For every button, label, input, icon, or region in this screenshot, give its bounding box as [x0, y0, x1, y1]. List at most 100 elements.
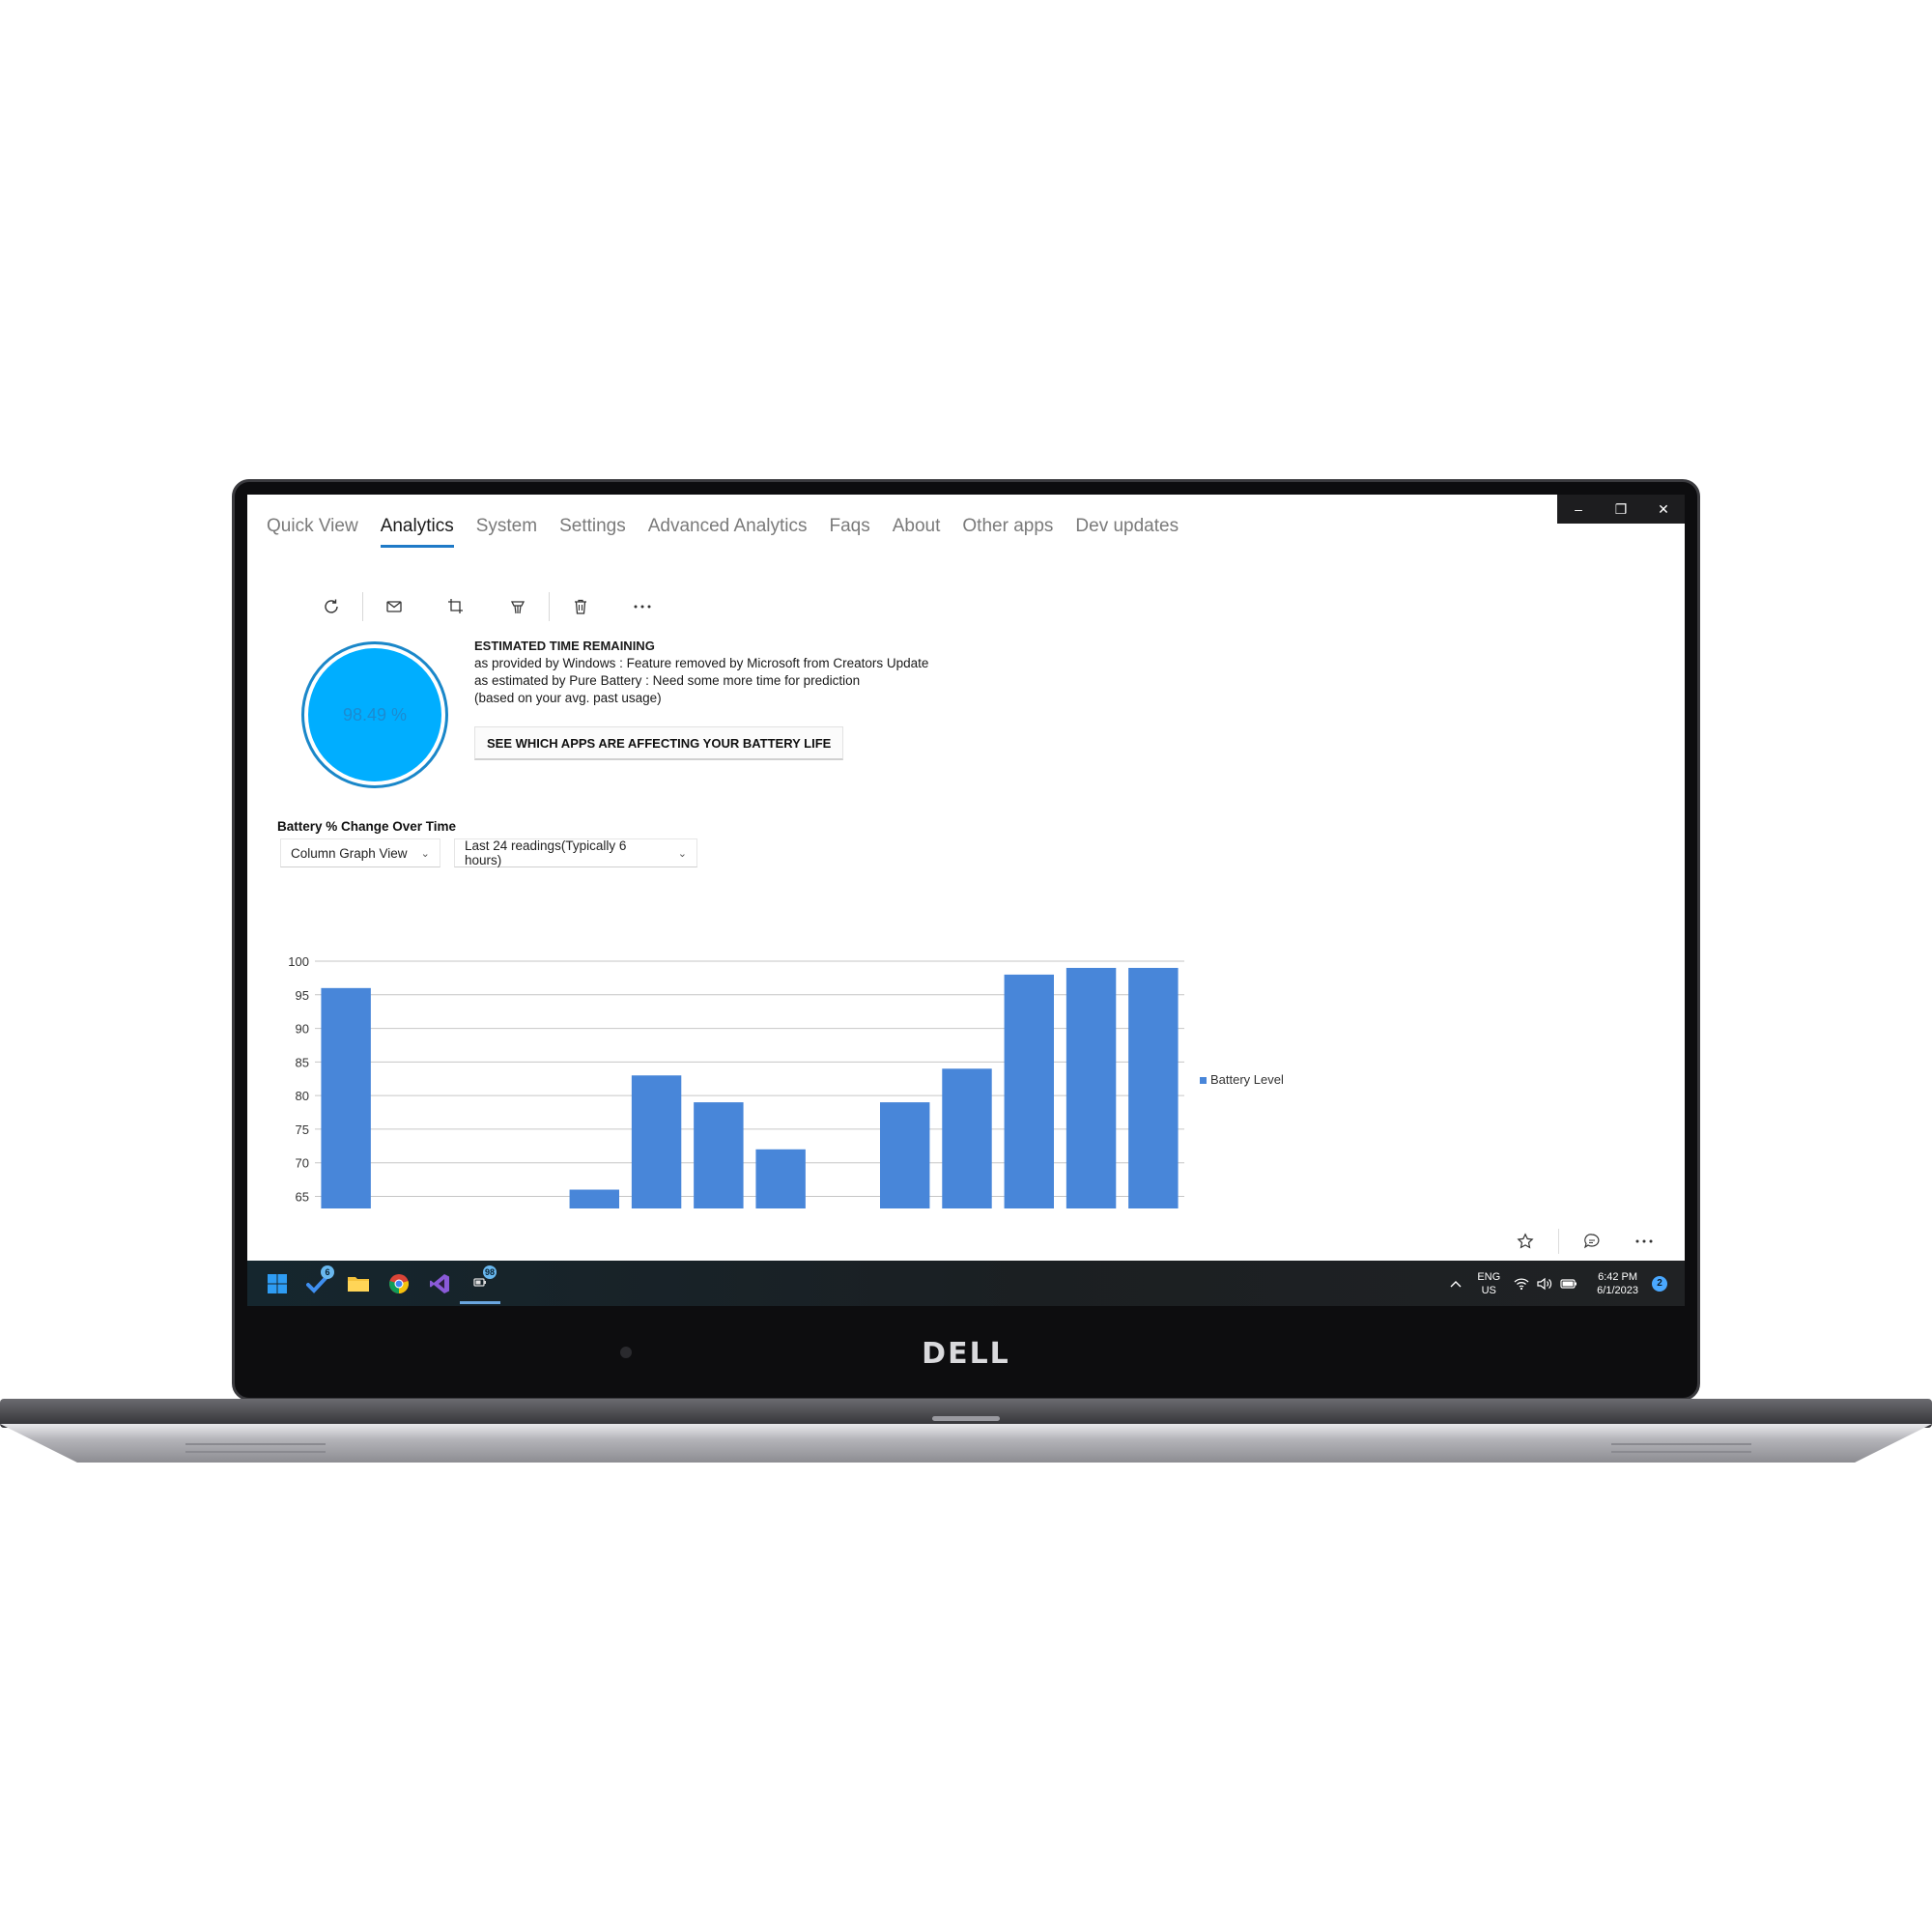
- estimate-panel: ESTIMATED TIME REMAINING as provided by …: [474, 638, 928, 707]
- clean-button[interactable]: [497, 587, 539, 626]
- crop-button[interactable]: [435, 587, 477, 626]
- lid-notch: [932, 1416, 1000, 1421]
- bottom-more-button[interactable]: [1625, 1227, 1663, 1256]
- graph-view-value: Column Graph View: [291, 845, 408, 861]
- estimate-note: (based on your avg. past usage): [474, 691, 662, 705]
- refresh-button[interactable]: [310, 587, 353, 626]
- battery-column-chart: 65 70 75 80 85 90 95 100 Battery Level: [288, 954, 1284, 1208]
- battery-percent-label: 98.49 %: [342, 704, 408, 724]
- tab-settings[interactable]: Settings: [559, 516, 626, 548]
- y-tick-label: 85: [296, 1055, 309, 1069]
- feedback-button[interactable]: [1573, 1227, 1611, 1256]
- estimate-windows: as provided by Windows : Feature removed…: [474, 656, 929, 670]
- refresh-icon: [325, 599, 338, 613]
- system-tray: ENG US 6:42 PM 6/1/2023 2: [1442, 1261, 1667, 1306]
- y-tick-label: 70: [296, 1156, 309, 1171]
- delete-button[interactable]: [559, 587, 602, 626]
- delete-icon: [575, 599, 586, 614]
- favorite-button[interactable]: [1506, 1227, 1545, 1256]
- taskbar-app-explorer[interactable]: [338, 1264, 379, 1304]
- chart-bar: [1004, 974, 1054, 1208]
- y-tick-label: 95: [296, 988, 309, 1003]
- taskbar-app-visual-studio[interactable]: [419, 1264, 460, 1304]
- tab-analytics[interactable]: Analytics: [380, 516, 454, 548]
- bottom-command-bar: [1492, 1227, 1663, 1256]
- y-tick-label: 80: [296, 1089, 309, 1103]
- y-tick-label: 65: [296, 1189, 309, 1204]
- tab-dev-updates[interactable]: Dev updates: [1075, 516, 1179, 548]
- see-affecting-apps-button[interactable]: SEE WHICH APPS ARE AFFECTING YOUR BATTER…: [474, 726, 844, 760]
- tab-about[interactable]: About: [893, 516, 941, 548]
- tab-quick-view[interactable]: Quick View: [267, 516, 358, 548]
- email-button[interactable]: [373, 587, 415, 626]
- chart-bar: [755, 1149, 806, 1208]
- speaker-grille-right: [1611, 1443, 1751, 1453]
- chart-bar: [1065, 967, 1117, 1208]
- laptop-hinge: [0, 1399, 1932, 1428]
- tab-advanced-analytics[interactable]: Advanced Analytics: [648, 516, 808, 548]
- reading-range-value: Last 24 readings(Typically 6 hours): [465, 838, 627, 867]
- dell-logo: DELL: [922, 1337, 1010, 1371]
- language-indicator[interactable]: ENG US: [1477, 1270, 1500, 1297]
- battery-gauge: 98.49 %: [301, 641, 448, 788]
- chart-title: Battery % Change Over Time: [277, 819, 457, 834]
- chart-bar: [694, 1102, 744, 1208]
- taskbar-app-chrome[interactable]: [379, 1264, 419, 1304]
- tab-system[interactable]: System: [476, 516, 537, 548]
- clock-date: 6/1/2023: [1597, 1284, 1638, 1296]
- battery-gauge-fill: 98.49 %: [308, 648, 441, 781]
- notification-badge[interactable]: 2: [1652, 1275, 1667, 1292]
- more-options-button[interactable]: [621, 587, 664, 626]
- more-icon: [1635, 1239, 1653, 1243]
- graph-view-select[interactable]: Column Graph View ⌄: [280, 838, 440, 867]
- main-nav: Quick View Analytics System Settings Adv…: [267, 516, 1179, 548]
- command-toolbar: [300, 587, 673, 626]
- battery-icon: [1560, 1278, 1577, 1289]
- mail-icon: [386, 601, 402, 612]
- tab-other-apps[interactable]: Other apps: [962, 516, 1053, 548]
- chevron-down-icon: ⌄: [677, 847, 687, 860]
- chart-bar: [1128, 967, 1179, 1208]
- chart-bar: [569, 1189, 619, 1208]
- estimate-pure-battery: as estimated by Pure Battery : Need some…: [474, 673, 861, 688]
- legend-swatch: [1200, 1077, 1207, 1084]
- minimize-button[interactable]: –: [1557, 495, 1600, 524]
- language-code: ENG: [1477, 1270, 1501, 1283]
- chart-bar: [631, 1075, 682, 1208]
- quick-settings[interactable]: [1514, 1277, 1577, 1291]
- estimate-heading: ESTIMATED TIME REMAINING: [474, 639, 655, 653]
- y-tick-label: 100: [288, 954, 309, 969]
- toolbar-divider: [549, 592, 550, 621]
- region-code: US: [1481, 1284, 1496, 1296]
- start-button[interactable]: [257, 1264, 298, 1304]
- crop-icon: [448, 599, 463, 613]
- tab-faqs[interactable]: Faqs: [830, 516, 870, 548]
- comment-icon: [1583, 1234, 1600, 1249]
- windows-taskbar: 6 98 ENG US 6:42 PM 6/1/2023 2: [247, 1261, 1685, 1306]
- clock[interactable]: 6:42 PM 6/1/2023: [1597, 1270, 1638, 1297]
- reading-range-select[interactable]: Last 24 readings(Typically 6 hours) ⌄: [454, 838, 697, 867]
- screen: – ❐ ✕ Quick View Analytics System Settin…: [247, 495, 1685, 1306]
- more-icon: [634, 605, 651, 609]
- chevron-up-icon: [1450, 1280, 1462, 1287]
- clock-time: 6:42 PM: [1598, 1270, 1638, 1283]
- command-divider: [1558, 1229, 1559, 1254]
- broom-icon: [510, 601, 526, 614]
- chart-bar: [942, 1068, 992, 1208]
- y-tick-label: 75: [296, 1122, 309, 1137]
- toolbar-divider: [362, 592, 363, 621]
- wifi-icon: [1514, 1277, 1529, 1290]
- show-hidden-icons-button[interactable]: [1442, 1264, 1469, 1304]
- chrome-icon: [389, 1273, 409, 1293]
- speaker-grille-left: [185, 1443, 326, 1453]
- windows-start-icon: [268, 1273, 287, 1293]
- webcam: [620, 1347, 632, 1358]
- taskbar-app-pure-battery[interactable]: 98: [460, 1264, 500, 1304]
- close-button[interactable]: ✕: [1642, 495, 1685, 524]
- volume-icon: [1537, 1277, 1552, 1290]
- chevron-down-icon: ⌄: [420, 847, 430, 860]
- visual-studio-icon: [430, 1273, 449, 1293]
- window-controls: – ❐ ✕: [1557, 495, 1685, 524]
- restore-button[interactable]: ❐: [1600, 495, 1642, 524]
- taskbar-app-todo[interactable]: 6: [298, 1264, 338, 1304]
